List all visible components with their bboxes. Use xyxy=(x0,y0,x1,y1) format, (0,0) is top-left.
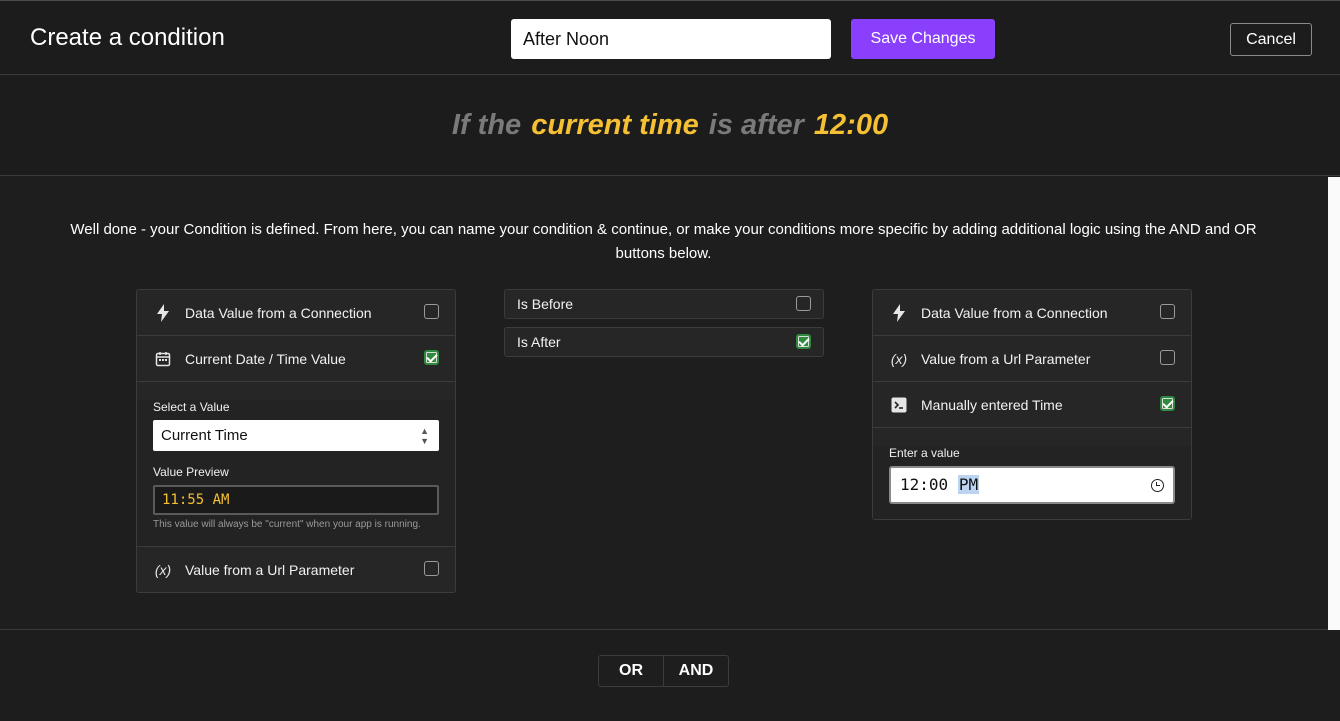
summary-subject: current time xyxy=(531,109,699,141)
left-option-url-parameter-checkbox[interactable] xyxy=(424,561,439,576)
value-preview-field: 11:55 AM xyxy=(153,485,439,515)
time-input-value: 12:00 xyxy=(900,475,949,494)
left-option-current-datetime-checkbox[interactable] xyxy=(424,350,439,365)
right-option-manual-time-checkbox[interactable] xyxy=(1160,396,1175,411)
option-label: Value from a Url Parameter xyxy=(921,350,1091,367)
right-option-manual-time[interactable]: Manually entered Time xyxy=(873,382,1191,428)
option-label: Manually entered Time xyxy=(921,396,1063,413)
option-label: Data Value from a Connection xyxy=(185,304,372,321)
operator-label: Is Before xyxy=(517,296,574,312)
and-button[interactable]: AND xyxy=(663,656,728,686)
enter-value-label: Enter a value xyxy=(889,446,960,460)
summary-word-is-after: is after xyxy=(708,109,804,141)
page-title: Create a condition xyxy=(30,24,225,51)
left-option-data-connection-checkbox[interactable] xyxy=(424,304,439,319)
summary-value: 12:00 xyxy=(813,109,889,141)
select-value-label: Select a Value xyxy=(153,400,230,414)
condition-builder: Well done - your Condition is defined. F… xyxy=(0,177,1328,630)
left-option-data-connection[interactable]: Data Value from a Connection xyxy=(137,290,455,336)
right-operand-panel: Data Value from a Connection (x) Value f… xyxy=(872,289,1192,520)
current-datetime-settings: Select a Value Current Time ▲ ▼ Value Pre… xyxy=(137,400,455,547)
intro-text: Well done - your Condition is defined. F… xyxy=(70,221,1257,262)
option-label: Value from a Url Parameter xyxy=(185,561,355,578)
or-button[interactable]: OR xyxy=(599,656,663,686)
manual-time-settings: Enter a value 12:00 PM xyxy=(873,446,1191,519)
value-preview-label: Value Preview xyxy=(153,465,229,479)
time-input[interactable]: 12:00 PM xyxy=(889,466,1175,504)
bolt-icon xyxy=(889,303,909,322)
calendar-icon xyxy=(153,351,173,367)
summary-word-if-the: If the xyxy=(451,109,522,141)
cancel-button[interactable]: Cancel xyxy=(1230,23,1312,56)
select-value-current: Current Time xyxy=(161,427,248,444)
operator-is-after[interactable]: Is After xyxy=(504,327,824,357)
right-option-url-parameter-checkbox[interactable] xyxy=(1160,350,1175,365)
updown-arrows-icon: ▲ ▼ xyxy=(420,426,429,446)
left-option-url-parameter[interactable]: (x) Value from a Url Parameter xyxy=(137,547,455,592)
save-changes-button[interactable]: Save Changes xyxy=(851,19,995,59)
left-operand-panel: Data Value from a Connection Current Dat… xyxy=(136,289,456,593)
time-input-ampm[interactable]: PM xyxy=(957,475,980,494)
right-option-data-connection-checkbox[interactable] xyxy=(1160,304,1175,319)
variable-icon: (x) xyxy=(890,350,908,367)
option-label: Data Value from a Connection xyxy=(921,304,1108,321)
select-value-dropdown[interactable]: Current Time ▲ ▼ xyxy=(153,420,439,451)
clock-icon[interactable] xyxy=(1151,479,1164,492)
terminal-icon xyxy=(889,397,909,413)
left-option-current-datetime[interactable]: Current Date / Time Value xyxy=(137,336,455,382)
variable-icon: (x) xyxy=(154,561,172,578)
right-option-data-connection[interactable]: Data Value from a Connection xyxy=(873,290,1191,336)
operator-label: Is After xyxy=(517,334,561,350)
operator-is-before-checkbox[interactable] xyxy=(796,296,811,311)
scrollbar[interactable] xyxy=(1328,177,1340,630)
operator-is-before[interactable]: Is Before xyxy=(504,289,824,319)
condition-name-input[interactable] xyxy=(511,19,831,59)
value-preview-hint: This value will always be "current" when… xyxy=(153,519,421,530)
right-option-url-parameter[interactable]: (x) Value from a Url Parameter xyxy=(873,336,1191,382)
header-bar: Create a condition Save Changes Cancel xyxy=(0,0,1340,75)
logic-button-group: OR AND xyxy=(598,655,729,687)
condition-summary: If the current time is after 12:00 xyxy=(0,76,1340,176)
operator-is-after-checkbox[interactable] xyxy=(796,334,811,349)
option-label: Current Date / Time Value xyxy=(185,350,346,367)
bolt-icon xyxy=(153,303,173,322)
